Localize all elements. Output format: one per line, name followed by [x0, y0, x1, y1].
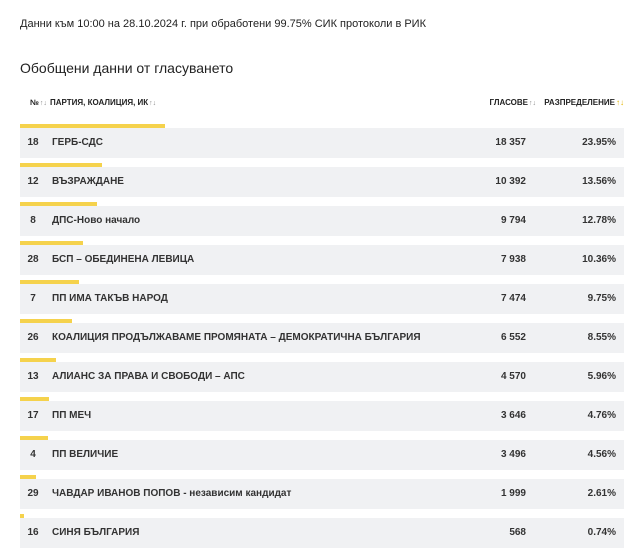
column-distribution-label: РАЗПРЕДЕЛЕНИЕ — [544, 98, 615, 107]
vote-count: 3 646 — [500, 410, 526, 421]
vote-count: 7 474 — [500, 293, 526, 304]
vote-count: 1 999 — [500, 488, 526, 499]
sort-icon: ↑↓ — [39, 100, 47, 107]
table-row: 4 ПП ВЕЛИЧИЕ 3 496 4.56% — [20, 436, 624, 475]
party-name: ЧАВДАР ИВАНОВ ПОПОВ - независим кандидат — [52, 488, 292, 499]
table-header: №↑↓ ПАРТИЯ, КОАЛИЦИЯ, ИК↑↓ ГЛАСОВЕ↑↓ РАЗ… — [20, 98, 624, 112]
vote-count: 568 — [509, 527, 526, 538]
party-name: КОАЛИЦИЯ ПРОДЪЛЖАВАМЕ ПРОМЯНАТА – ДЕМОКР… — [52, 332, 421, 343]
party-number: 8 — [30, 215, 36, 226]
row-content: 26 КОАЛИЦИЯ ПРОДЪЛЖАВАМЕ ПРОМЯНАТА – ДЕМО… — [20, 323, 624, 353]
row-content: 17 ПП МЕЧ 3 646 4.76% — [20, 401, 624, 431]
table-row: 13 АЛИАНС ЗА ПРАВА И СВОБОДИ – АПС 4 570 5.… — [20, 358, 624, 397]
sort-by-votes-button[interactable]: ГЛАСОВЕ↑↓ — [490, 98, 536, 107]
table-row: 8 ДПС-Ново начало 9 794 12.78% — [20, 202, 624, 241]
row-content: 8 ДПС-Ново начало 9 794 12.78% — [20, 206, 624, 236]
sort-by-distribution-button[interactable]: РАЗПРЕДЕЛЕНИЕ↑↓ — [544, 98, 624, 107]
party-number: 26 — [27, 332, 39, 343]
vote-percentage: 2.61% — [587, 488, 616, 499]
data-timestamp: Данни към 10:00 на 28.10.2024 г. при обр… — [20, 18, 427, 30]
vote-percentage: 5.96% — [587, 371, 616, 382]
table-row: 12 ВЪЗРАЖДАНЕ 10 392 13.56% — [20, 163, 624, 202]
vote-percentage: 8.55% — [587, 332, 616, 343]
vote-count: 10 392 — [495, 176, 526, 187]
party-number: 13 — [27, 371, 39, 382]
vote-count: 18 357 — [495, 137, 526, 148]
sort-icon: ↑↓ — [529, 100, 536, 107]
party-number: 18 — [27, 137, 39, 148]
party-name: БСП – ОБЕДИНЕНА ЛЕВИЦА — [52, 254, 195, 265]
party-name: ПП ВЕЛИЧИЕ — [52, 449, 119, 460]
party-name: ПП ИМА ТАКЪВ НАРОД — [52, 293, 168, 304]
vote-percentage: 4.56% — [587, 449, 616, 460]
vote-percentage: 13.56% — [582, 176, 616, 187]
party-number: 12 — [27, 176, 39, 187]
vote-percentage: 10.36% — [582, 254, 616, 265]
table-row: 7 ПП ИМА ТАКЪВ НАРОД 7 474 9.75% — [20, 280, 624, 319]
party-number: 16 — [27, 527, 39, 538]
column-number-label: № — [30, 98, 39, 107]
party-number: 28 — [27, 254, 39, 265]
party-name: ДПС-Ново начало — [52, 215, 141, 226]
row-content: 12 ВЪЗРАЖДАНЕ 10 392 13.56% — [20, 167, 624, 197]
column-party-label: ПАРТИЯ, КОАЛИЦИЯ, ИК — [50, 98, 149, 107]
table-row: 26 КОАЛИЦИЯ ПРОДЪЛЖАВАМЕ ПРОМЯНАТА – ДЕМО… — [20, 319, 624, 358]
party-name: ГЕРБ-СДС — [52, 137, 103, 148]
party-number: 7 — [30, 293, 36, 304]
vote-percentage: 4.76% — [587, 410, 616, 421]
vote-percentage: 0.74% — [587, 527, 616, 538]
sort-icon: ↑↓ — [149, 100, 157, 107]
row-content: 28 БСП – ОБЕДИНЕНА ЛЕВИЦА 7 938 10.36% — [20, 245, 624, 275]
table-row: 18 ГЕРБ-СДС 18 357 23.95% — [20, 124, 624, 163]
row-content: 29 ЧАВДАР ИВАНОВ ПОПОВ - независим кандид… — [20, 479, 624, 509]
table-row: 29 ЧАВДАР ИВАНОВ ПОПОВ - независим кандид… — [20, 475, 624, 514]
party-number: 4 — [30, 449, 36, 460]
party-name: АЛИАНС ЗА ПРАВА И СВОБОДИ – АПС — [52, 371, 245, 382]
party-number: 29 — [27, 488, 39, 499]
row-content: 4 ПП ВЕЛИЧИЕ 3 496 4.56% — [20, 440, 624, 470]
vote-percentage: 23.95% — [582, 137, 616, 148]
sort-by-number-button[interactable]: №↑↓ — [30, 98, 47, 107]
sort-by-party-button[interactable]: ПАРТИЯ, КОАЛИЦИЯ, ИК↑↓ — [50, 98, 156, 107]
vote-count: 3 496 — [500, 449, 526, 460]
row-content: 18 ГЕРБ-СДС 18 357 23.95% — [20, 128, 624, 158]
vote-count: 6 552 — [500, 332, 526, 343]
page-title: Обобщени данни от гласуването — [20, 60, 234, 76]
table-row: 17 ПП МЕЧ 3 646 4.76% — [20, 397, 624, 436]
column-votes-label: ГЛАСОВЕ — [489, 98, 528, 107]
vote-percentage: 9.75% — [587, 293, 616, 304]
party-name: СИНЯ БЪЛГАРИЯ — [52, 527, 140, 538]
results-table: 18 ГЕРБ-СДС 18 357 23.95% 12 ВЪЗРАЖДАНЕ 10 392… — [20, 124, 624, 553]
party-name: ВЪЗРАЖДАНЕ — [52, 176, 124, 187]
vote-count: 4 570 — [500, 371, 526, 382]
vote-count: 9 794 — [500, 215, 526, 226]
row-content: 13 АЛИАНС ЗА ПРАВА И СВОБОДИ – АПС 4 570 5.… — [20, 362, 624, 392]
party-number: 17 — [27, 410, 39, 421]
table-row: 16 СИНЯ БЪЛГАРИЯ 568 0.74% — [20, 514, 624, 553]
table-row: 28 БСП – ОБЕДИНЕНА ЛЕВИЦА 7 938 10.36% — [20, 241, 624, 280]
row-content: 16 СИНЯ БЪЛГАРИЯ 568 0.74% — [20, 518, 624, 548]
row-content: 7 ПП ИМА ТАКЪВ НАРОД 7 474 9.75% — [20, 284, 624, 314]
vote-percentage: 12.78% — [582, 215, 616, 226]
party-name: ПП МЕЧ — [52, 410, 92, 421]
sort-active-icon: ↑↓ — [616, 98, 624, 107]
vote-count: 7 938 — [500, 254, 526, 265]
